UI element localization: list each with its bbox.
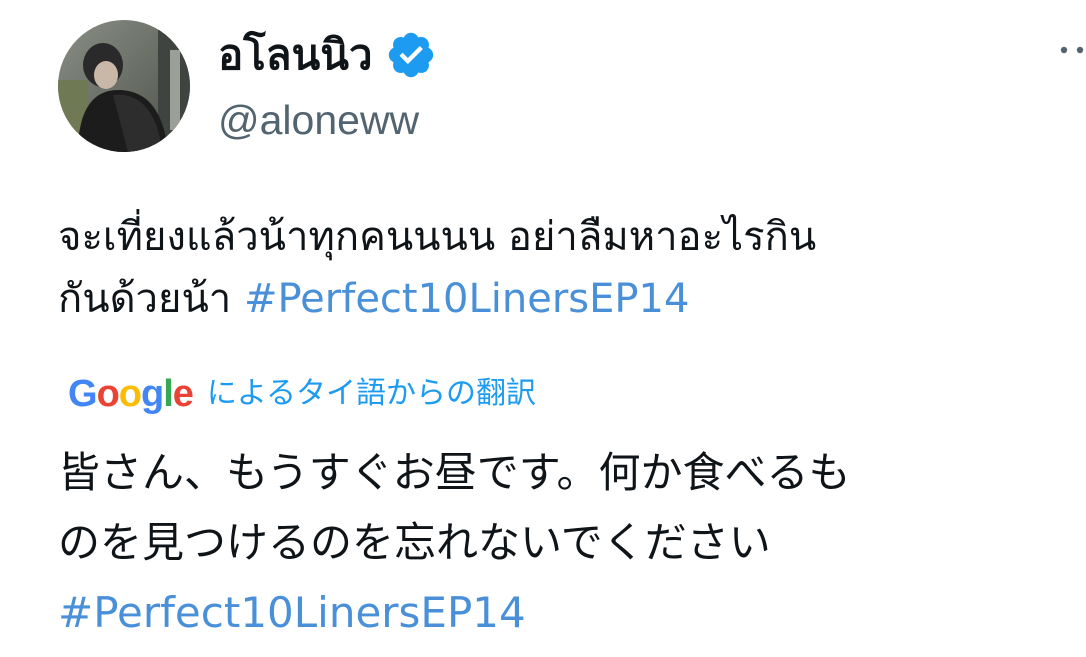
hashtag-link[interactable]: #Perfect10LinersEP14 xyxy=(244,276,689,322)
tweet-text-line: จะเที่ยงแล้วน้าทุกคนนนน อย่าลืมหาอะไรกิน xyxy=(58,214,817,260)
google-logo-letter: o xyxy=(96,373,120,415)
google-logo-letter: o xyxy=(118,373,142,415)
google-logo: Google xyxy=(68,373,194,415)
tweet-text-line: กันด้วยน้า #Perfect10LinersEP14 xyxy=(58,268,1068,330)
translation-label[interactable]: によるタイ語からの翻訳 xyxy=(207,379,536,409)
google-logo-letter: e xyxy=(172,373,194,415)
translated-hashtag-link[interactable]: #Perfect10LinersEP14 xyxy=(58,578,1068,648)
user-photo-avatar xyxy=(58,20,190,152)
avatar[interactable] xyxy=(58,20,190,152)
author-display-name[interactable]: อโลนนิว xyxy=(218,26,373,84)
google-logo-letter: l xyxy=(163,373,174,415)
verified-badge-icon xyxy=(388,32,433,78)
author-handle[interactable]: @aloneww xyxy=(218,94,419,146)
translated-text: 皆さん、もうすぐお昼です。何か食べるも のを見つけるのを忘れないでください #P… xyxy=(58,438,1068,648)
translated-text-line: のを見つけるのを忘れないでください xyxy=(58,518,771,567)
tweet-text: จะเที่ยงแล้วน้าทุกคนนนน อย่าลืมหาอะไรกิน… xyxy=(58,206,1068,330)
more-options-icon[interactable] xyxy=(1048,30,1086,70)
translated-text-line: 皆さん、もうすぐお昼です。何か食べるも xyxy=(58,448,851,497)
translation-attribution[interactable]: Google によるタイ語からの翻訳 xyxy=(68,362,536,426)
tweet-text-fragment: กันด้วยน้า xyxy=(58,276,244,322)
google-logo-letter: g xyxy=(141,373,164,415)
author-name-row[interactable]: อโลนนิว xyxy=(218,26,437,84)
google-logo-letter: G xyxy=(68,373,98,415)
